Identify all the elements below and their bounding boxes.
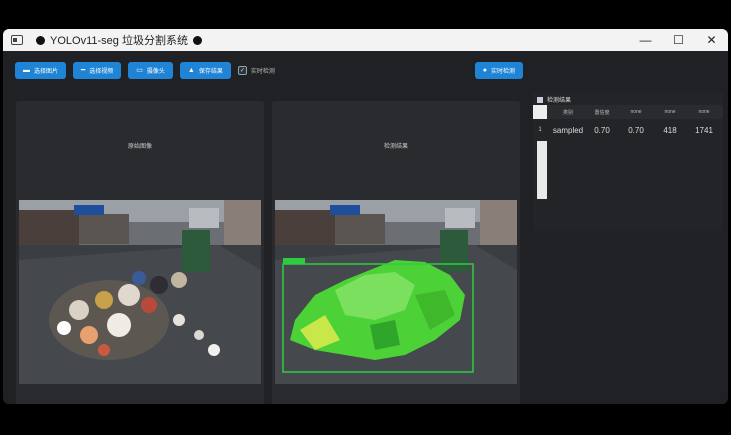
row-number: 1 xyxy=(538,127,542,133)
results-panel: 检测结果 类别 置信度 none none none 1 sampled 0.7… xyxy=(533,91,723,231)
original-image-title: 原始图像 xyxy=(127,144,152,150)
detection-image xyxy=(275,200,517,384)
cell-confidence: 0.70 xyxy=(594,125,610,135)
results-title-text: 检测结果 xyxy=(547,98,572,104)
results-table-header: 类别 置信度 none none none xyxy=(533,105,723,119)
window-controls: — ☐ ✕ xyxy=(629,29,728,51)
realtime-detect-label: 实时检测 xyxy=(490,68,515,75)
video-icon: ━ xyxy=(81,67,86,74)
realtime-checkbox-label: 实时检测 xyxy=(250,68,275,75)
header-col-3: none xyxy=(630,109,642,115)
app-window: YOLOv11-seg 垃圾分割系统 — ☐ ✕ ▬ 选择图片 ━ 选择视频 ▭… xyxy=(3,29,728,404)
save-results-button[interactable]: ▲ 保存结果 xyxy=(179,61,231,79)
results-title: 检测结果 xyxy=(537,95,571,104)
toolbar: ▬ 选择图片 ━ 选择视频 ▭ 摄像头 ▲ 保存结果 ✓ 实时检测 ● 实时检测 xyxy=(15,61,523,79)
save-results-label: 保存结果 xyxy=(198,68,223,75)
detection-result-title: 检测结果 xyxy=(383,144,408,150)
detection-result-panel: 检测结果 xyxy=(272,101,520,404)
minimize-button[interactable]: — xyxy=(629,29,662,51)
results-table: 类别 置信度 none none none 1 sampled 0.70 0.7… xyxy=(533,105,723,141)
row-header-column xyxy=(537,141,547,199)
camera-button[interactable]: ▭ 摄像头 xyxy=(128,61,173,79)
logo-dot-icon xyxy=(36,35,45,45)
realtime-detect-button[interactable]: ● 实时检测 xyxy=(474,61,523,79)
maximize-button[interactable]: ☐ xyxy=(662,29,695,51)
header-class: 类别 xyxy=(562,109,573,116)
cell-class: sampled xyxy=(552,125,584,135)
cell-col-3: 0.70 xyxy=(628,125,644,135)
image-icon: ▬ xyxy=(23,66,30,74)
table-row[interactable]: 1 sampled 0.70 0.70 418 1741 xyxy=(533,119,723,141)
cell-col-4: 418 xyxy=(663,125,677,135)
street-photo-original xyxy=(19,200,261,384)
save-icon: ▲ xyxy=(187,66,195,74)
window-title: YOLOv11-seg 垃圾分割系统 xyxy=(50,35,188,47)
select-image-label: 选择图片 xyxy=(34,68,59,75)
select-video-label: 选择视频 xyxy=(89,68,114,75)
close-button[interactable]: ✕ xyxy=(695,29,728,51)
header-col-5: none xyxy=(698,109,710,115)
select-image-button[interactable]: ▬ 选择图片 xyxy=(15,61,67,79)
original-image xyxy=(19,200,261,384)
results-title-icon xyxy=(537,96,543,103)
title-bar: YOLOv11-seg 垃圾分割系统 — ☐ ✕ xyxy=(3,29,728,51)
play-icon: ● xyxy=(482,66,487,74)
select-video-button[interactable]: ━ 选择视频 xyxy=(73,61,122,79)
logo-dot-icon-right xyxy=(192,35,202,45)
table-corner xyxy=(533,105,547,119)
street-photo-detected xyxy=(275,200,517,384)
camera-icon: ▭ xyxy=(136,67,143,74)
header-confidence: 置信度 xyxy=(594,109,610,116)
original-image-panel: 原始图像 xyxy=(16,101,264,404)
main-area: ▬ 选择图片 ━ 选择视频 ▭ 摄像头 ▲ 保存结果 ✓ 实时检测 ● 实时检测 xyxy=(3,51,728,404)
cell-col-5: 1741 xyxy=(695,125,713,135)
realtime-checkbox[interactable]: ✓ xyxy=(237,65,247,75)
camera-label: 摄像头 xyxy=(146,68,165,75)
app-icon xyxy=(11,35,23,45)
header-col-4: none xyxy=(664,109,676,115)
